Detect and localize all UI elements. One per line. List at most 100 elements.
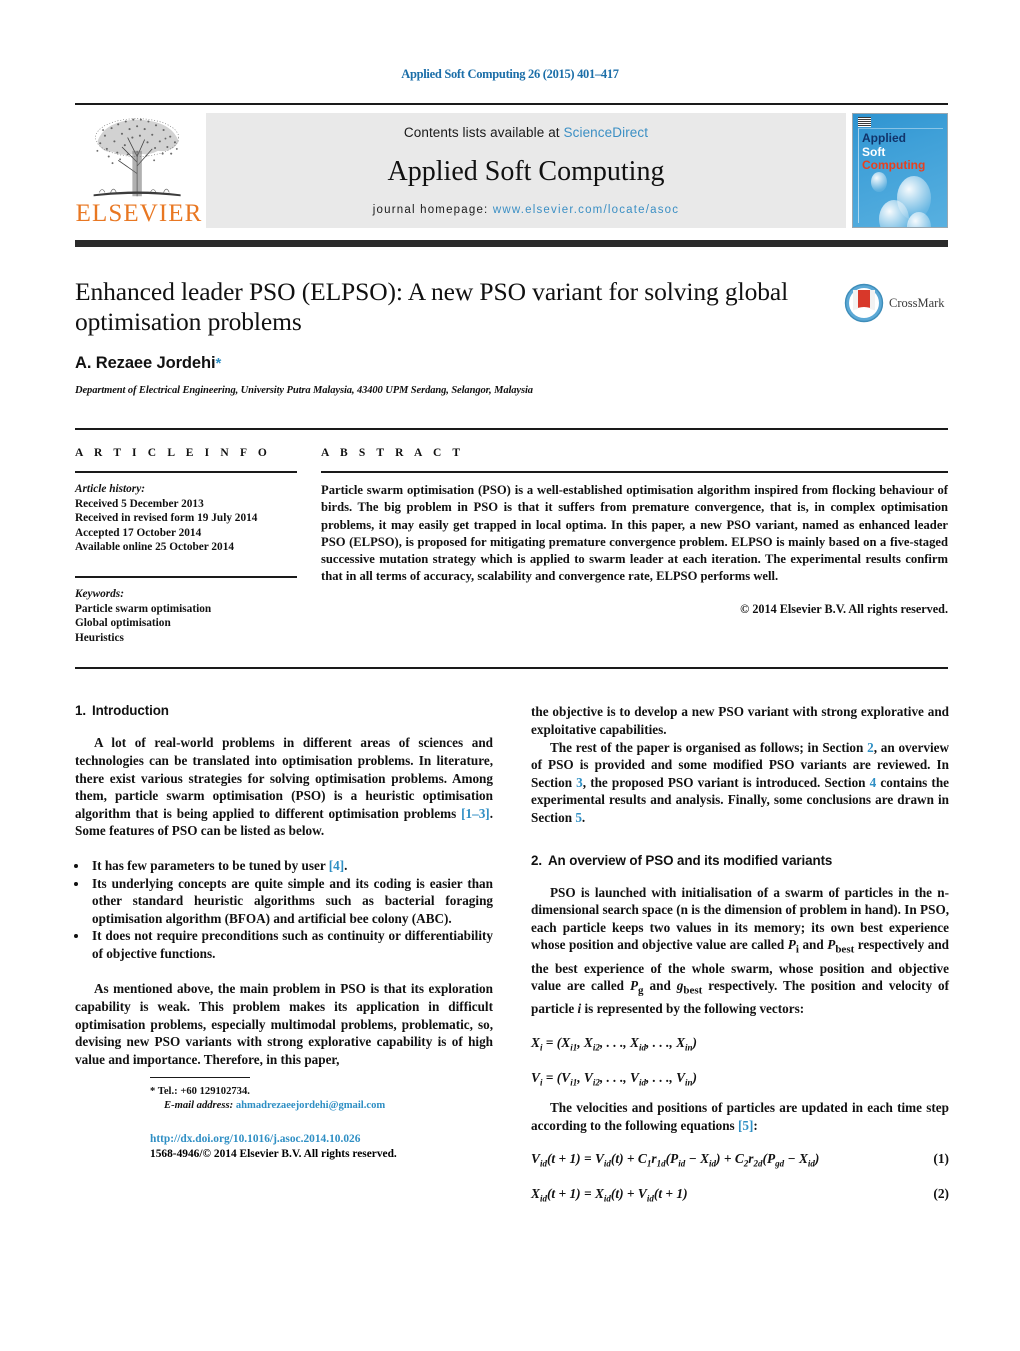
vector-equation-v: Vi = (Vi1, Vi2, . . ., Vid, . . ., Vin) <box>531 1069 698 1088</box>
abstract-heading: A B S T R A C T <box>321 447 465 459</box>
list-item: It does not require preconditions such a… <box>89 927 493 962</box>
history-item: Accepted 17 October 2014 <box>75 526 202 539</box>
journal-homepage-line: journal homepage: www.elsevier.com/locat… <box>373 204 679 216</box>
journal-title: Applied Soft Computing <box>387 155 665 187</box>
article-info-heading: A R T I C L E I N F O <box>75 447 271 459</box>
body-column-right: the objective is to develop a new PSO va… <box>531 703 949 1203</box>
cover-line-3: Computing <box>862 158 926 172</box>
citation-1-3[interactable]: [1–3] <box>461 806 490 821</box>
keyword-item: Particle swarm optimisation <box>75 602 212 615</box>
list-item: Its underlying concepts are quite simple… <box>89 875 493 928</box>
paragraph-continued: the objective is to develop a new PSO va… <box>531 704 949 737</box>
keywords-list: Keywords: Particle swarm optimisation Gl… <box>75 587 295 645</box>
footnote-email-label: E-mail address: <box>164 1100 234 1112</box>
section-ref-3[interactable]: 3 <box>576 775 583 790</box>
article-info-column: A R T I C L E I N F O Article history: R… <box>75 447 321 645</box>
info-abstract-region: A R T I C L E I N F O Article history: R… <box>75 428 948 645</box>
running-head: Applied Soft Computing 26 (2015) 401–417 <box>401 67 619 81</box>
elsevier-logo: ELSEVIER <box>75 113 203 228</box>
keyword-item: Global optimisation <box>75 617 171 630</box>
paragraph-intro-1: A lot of real-world problems in differen… <box>75 734 493 840</box>
bullet1-text-b: . <box>344 857 348 873</box>
abstract-bottom-rule <box>75 667 948 670</box>
elsevier-wordmark: ELSEVIER <box>75 200 203 227</box>
title-block: Enhanced leader PSO (ELPSO): A new PSO v… <box>75 277 948 396</box>
abstract-column: A B S T R A C T Particle swarm optimisat… <box>321 447 948 645</box>
homepage-label: journal homepage: <box>372 203 489 216</box>
homepage-url-link[interactable]: www.elsevier.com/locate/asoc <box>493 204 679 216</box>
keywords-label: Keywords: <box>75 587 124 600</box>
article-history: Article history: Received 5 December 201… <box>75 482 295 555</box>
cover-line-1: Applied <box>862 131 906 145</box>
cover-title-text: Applied Soft Computing <box>862 131 926 173</box>
footnote-tel: * Tel.: +60 129102734. <box>150 1085 568 1100</box>
contents-available-line: Contents lists available at ScienceDirec… <box>404 125 648 140</box>
page-title: Enhanced leader PSO (ELPSO): A new PSO v… <box>75 277 789 336</box>
section-heading-2: 2. An overview of PSO and its modified va… <box>531 853 949 868</box>
pso-features-list: It has few parameters to be tuned by use… <box>75 857 493 963</box>
keyword-item: Heuristics <box>75 631 124 644</box>
intro-text-a: A lot of real-world problems in differen… <box>75 735 493 821</box>
crossmark-label: CrossMark <box>889 295 945 310</box>
org-text-e: . <box>581 809 586 825</box>
equation-number-1: (1) <box>933 1151 949 1167</box>
abstract-copyright: © 2014 Elsevier B.V. All rights reserved… <box>740 601 948 616</box>
section-title: An overview of PSO and its modified vari… <box>547 852 833 868</box>
cover-corner-icon <box>858 117 871 127</box>
article-info-rule <box>75 471 297 473</box>
abstract-text: Particle swarm optimisation (PSO) is a w… <box>321 483 948 584</box>
section-ref-5[interactable]: 5 <box>575 810 582 825</box>
crossmark-icon <box>844 283 884 323</box>
section-ref-2[interactable]: 2 <box>867 740 874 755</box>
abstract-rule <box>321 471 948 473</box>
footnote-email-link[interactable]: ahmadrezaeejordehi@gmail.com <box>236 1100 385 1111</box>
journal-cover-thumbnail[interactable]: Applied Soft Computing <box>852 113 948 228</box>
pso-overview-text: PSO is launched with initialisation of a… <box>531 884 950 1017</box>
citation-4[interactable]: [4] <box>329 858 344 873</box>
section-number: 2. <box>531 852 542 868</box>
cover-blob <box>871 172 887 192</box>
org-text-a: The rest of the paper is organised as fo… <box>550 739 868 755</box>
journal-masthead: ELSEVIER Contents lists available at Sci… <box>75 103 948 228</box>
body-column-left: 1. Introduction A lot of real-world probl… <box>75 703 493 1203</box>
section-title: Introduction <box>91 703 169 719</box>
footnote-email: E-mail address: ahmadrezaeejordehi@gmail… <box>150 1099 568 1114</box>
history-item: Received 5 December 2013 <box>75 497 204 510</box>
velocity-text-b: : <box>753 1117 758 1133</box>
section-number: 1. <box>75 703 86 719</box>
journal-info-box: Contents lists available at ScienceDirec… <box>206 113 846 228</box>
footnote-tel-text: Tel.: +60 129102734. <box>157 1085 250 1097</box>
affiliation: Department of Electrical Engineering, Un… <box>75 385 533 396</box>
equation-number-2: (2) <box>933 1186 949 1202</box>
body-columns: 1. Introduction A lot of real-world probl… <box>75 703 949 1203</box>
sciencedirect-link[interactable]: ScienceDirect <box>564 125 649 140</box>
bullet1-text-a: It has few parameters to be tuned by use… <box>92 857 329 873</box>
masthead-bottom-bar <box>75 240 948 247</box>
history-item: Received in revised form 19 July 2014 <box>75 512 258 525</box>
article-history-label: Article history: <box>75 483 145 495</box>
equation-1: Vid(t + 1) = Vid(t) + C1r1d(Pid − Xid) +… <box>531 1151 949 1170</box>
org-text-c: , the proposed PSO variant is introduced… <box>582 774 870 790</box>
author-name: A. Rezaee Jordehi <box>75 354 216 372</box>
footnote-block: * Tel.: +60 129102734. E-mail address: a… <box>150 1076 568 1114</box>
footnote-rule <box>150 1076 250 1078</box>
equation-2: Xid(t + 1) = Xid(t) + Vid(t + 1) (2) <box>531 1186 949 1204</box>
section-heading-1: 1. Introduction <box>75 703 493 718</box>
crossmark-badge[interactable]: CrossMark <box>844 277 948 323</box>
elsevier-tree-icon <box>93 118 181 197</box>
history-item: Available online 25 October 2014 <box>75 541 234 554</box>
list-item: It has few parameters to be tuned by use… <box>89 857 493 875</box>
footnote-marker: * <box>150 1085 156 1097</box>
cover-line-2: Soft <box>862 144 886 159</box>
corresponding-author-marker: * <box>215 355 222 372</box>
citation-5[interactable]: [5] <box>738 1118 753 1133</box>
contents-prefix: Contents lists available at <box>403 125 564 140</box>
vector-equation-x: Xi = (Xi1, Xi2, . . ., Xid, . . ., Xin) <box>531 1034 698 1053</box>
paragraph-organisation: The rest of the paper is organised as fo… <box>531 739 949 827</box>
keywords-rule <box>75 575 297 578</box>
paragraph-velocity-update: The velocities and positions of particle… <box>531 1099 949 1134</box>
paper-page: Applied Soft Computing 26 (2015) 401–417 <box>0 0 1020 1351</box>
author-list: A. Rezaee Jordehi* <box>75 354 830 373</box>
paragraph-intro-2: As mentioned above, the main problem in … <box>75 981 493 1067</box>
paragraph-pso-overview: PSO is launched with initialisation of a… <box>531 884 949 1018</box>
